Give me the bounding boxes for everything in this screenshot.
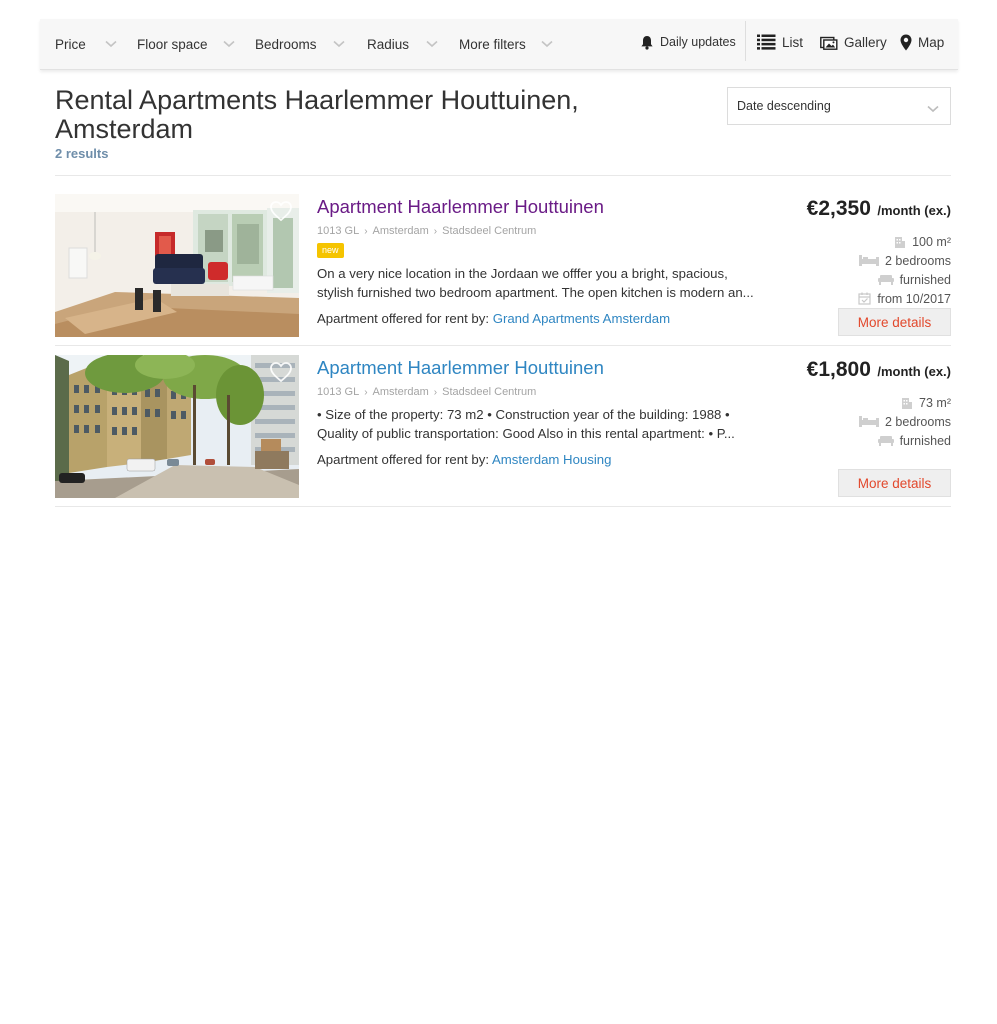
radius-filter-label: Radius (367, 36, 410, 52)
gallery-view-label: Gallery (844, 34, 887, 50)
postcode: 1013 GL (317, 386, 360, 398)
heart-icon[interactable] (269, 361, 293, 383)
interior-photo (55, 194, 299, 337)
more-filters[interactable]: More filters (459, 19, 553, 69)
more-details-button[interactable]: More details (838, 308, 951, 336)
chevron-down-icon (332, 38, 345, 50)
price-amount: €1,800 (806, 358, 871, 381)
listing-title-link[interactable]: Apartment Haarlemmer Houttuinen (317, 196, 604, 218)
more-details-button[interactable]: More details (838, 469, 951, 497)
listing-divider (55, 345, 951, 346)
district: Stadsdeel Centrum (442, 386, 537, 398)
floor-space-filter[interactable]: Floor space (137, 19, 235, 69)
heart-icon[interactable] (269, 200, 293, 222)
bedrooms-value: 2 bedrooms (884, 253, 951, 268)
building-icon (895, 236, 906, 248)
offered-by: Apartment offered for rent by: Grand Apa… (317, 311, 670, 326)
postcode: 1013 GL (317, 225, 360, 237)
available-value: from 10/2017 (877, 291, 951, 306)
city: Amsterdam (372, 225, 429, 237)
listing-photo[interactable] (55, 194, 299, 337)
header-divider (55, 175, 951, 176)
area-value: 100 m² (912, 234, 951, 249)
list-view-button[interactable]: List (757, 19, 803, 65)
bedrooms-fact: 2 bedrooms (858, 412, 951, 431)
calendar-icon (858, 292, 871, 305)
chevron-down-icon (927, 102, 939, 116)
result-count: 2 results (55, 146, 109, 161)
gallery-view-button[interactable]: Gallery (820, 19, 887, 65)
listing-title-link[interactable]: Apartment Haarlemmer Houttuinen (317, 357, 604, 379)
sofa-icon (877, 275, 894, 285)
list-view-label: List (782, 34, 804, 50)
daily-updates-button[interactable]: Daily updates (640, 19, 736, 65)
available-fact: from 10/2017 (858, 289, 951, 308)
offered-by: Apartment offered for rent by: Amsterdam… (317, 452, 611, 467)
map-view-label: Map (918, 34, 945, 50)
listing-facts: 100 m² 2 bedrooms furnished from 10/2017 (858, 232, 951, 308)
price-unit: /month (ex.) (877, 364, 951, 379)
price-amount: €2,350 (806, 197, 871, 220)
chevron-down-icon (541, 38, 553, 50)
sort-selected-value: Date descending (737, 99, 831, 113)
agent-link[interactable]: Grand Apartments Amsterdam (493, 311, 670, 326)
offered-by-label: Apartment offered for rent by: (317, 452, 490, 467)
listing-location: 1013 GL › Amsterdam › Stadsdeel Centrum (317, 386, 537, 398)
description-line: stylish furnished two bedroom apartment.… (317, 285, 754, 300)
view-separator (745, 21, 746, 61)
sort-dropdown[interactable]: Date descending (727, 87, 951, 125)
bed-icon (858, 416, 879, 427)
gallery-icon (820, 36, 838, 50)
description-line: • Size of the property: 73 m2 • Construc… (317, 407, 730, 422)
chevron-down-icon (223, 38, 235, 50)
list-icon (757, 34, 776, 50)
furnished-fact: furnished (858, 270, 951, 289)
listing-description: On a very nice location in the Jordaan w… (317, 264, 779, 302)
furnished-fact: furnished (859, 431, 951, 450)
bell-icon (641, 35, 653, 50)
area-fact: 73 m² (859, 393, 951, 412)
radius-filter[interactable]: Radius (367, 19, 438, 69)
bedrooms-filter[interactable]: Bedrooms (255, 19, 345, 69)
listing-price: €1,800 /month (ex.) (807, 358, 951, 382)
description-line: Quality of public transportation: Good A… (317, 426, 735, 441)
listing-photo[interactable] (55, 355, 299, 498)
bedrooms-value: 2 bedrooms (884, 414, 951, 429)
filter-bar: Price Floor space Bedrooms Radius More f… (40, 19, 958, 70)
new-badge: new (317, 243, 344, 258)
bedrooms-filter-label: Bedrooms (255, 36, 317, 52)
daily-updates-label: Daily updates (660, 35, 736, 49)
listing-location: 1013 GL › Amsterdam › Stadsdeel Centrum (317, 225, 537, 237)
city: Amsterdam (372, 386, 429, 398)
chevron-down-icon (105, 38, 117, 50)
listing-description: • Size of the property: 73 m2 • Construc… (317, 405, 779, 443)
building-icon (902, 397, 913, 409)
listing-facts: 73 m² 2 bedrooms furnished (858, 393, 951, 450)
bedrooms-fact: 2 bedrooms (858, 251, 951, 270)
listing-card: Apartment Haarlemmer Houttuinen 1013 GL ›… (55, 194, 951, 346)
sofa-icon (877, 436, 894, 446)
price-filter[interactable]: Price (55, 19, 117, 69)
description-line: On a very nice location in the Jordaan w… (317, 266, 728, 281)
map-pin-icon (900, 34, 912, 50)
bed-icon (858, 255, 879, 266)
page-title: Rental Apartments Haarlemmer Houttuinen,… (55, 85, 579, 144)
more-filters-label: More filters (459, 36, 526, 52)
listing-price: €2,350 /month (ex.) (807, 197, 951, 221)
offered-by-label: Apartment offered for rent by: (317, 311, 490, 326)
price-unit: /month (ex.) (877, 203, 951, 218)
chevron-down-icon (426, 38, 438, 50)
furnished-value: furnished (899, 272, 951, 287)
listing-divider (55, 506, 951, 507)
map-view-button[interactable]: Map (900, 19, 944, 65)
district: Stadsdeel Centrum (442, 225, 537, 237)
agent-link[interactable]: Amsterdam Housing (492, 452, 611, 467)
street-photo (55, 355, 299, 498)
floor-space-filter-label: Floor space (137, 36, 208, 52)
area-value: 73 m² (919, 395, 951, 410)
price-filter-label: Price (55, 36, 86, 52)
listing-card: Apartment Haarlemmer Houttuinen 1013 GL ›… (55, 355, 951, 507)
area-fact: 100 m² (858, 232, 951, 251)
furnished-value: furnished (899, 433, 951, 448)
